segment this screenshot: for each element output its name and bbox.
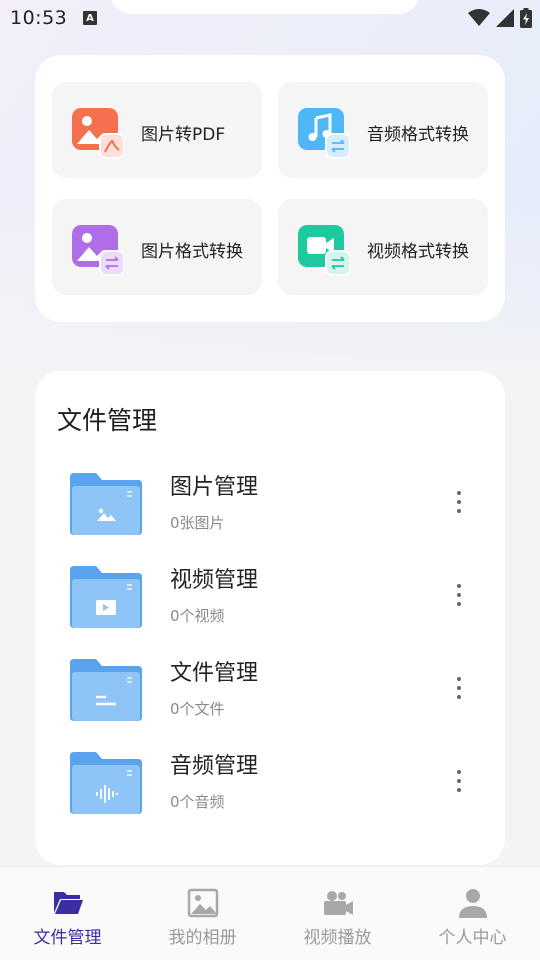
audio-folder-icon: [70, 752, 142, 814]
person-icon: [458, 889, 487, 918]
photo-icon: [187, 888, 218, 918]
image-folder-icon: [70, 473, 142, 535]
cell-signal-icon: [496, 9, 514, 27]
tool-image-to-pdf[interactable]: 图片转PDF: [52, 82, 262, 178]
nav-label: 视频播放: [303, 928, 372, 948]
tools-card: 图片转PDF 音频格式转换 图片格式转换 视频格式转换: [35, 55, 505, 322]
video-folder-icon: [70, 566, 142, 628]
folder-icon: [53, 892, 83, 914]
more-options-icon[interactable]: [447, 487, 471, 517]
status-icons: [468, 8, 532, 28]
row-name: 音频管理: [170, 754, 259, 779]
row-name: 图片管理: [170, 475, 259, 500]
battery-icon: [520, 8, 532, 28]
file-row-audio[interactable]: 音频管理 0个音频: [35, 748, 505, 841]
section-title: 文件管理: [57, 406, 158, 435]
nav-my-album[interactable]: 我的相册: [135, 867, 270, 960]
more-options-icon[interactable]: [447, 766, 471, 796]
file-row-images[interactable]: 图片管理 0张图片: [35, 469, 505, 562]
nav-personal-center[interactable]: 个人中心: [405, 867, 540, 960]
tool-label: 音频格式转换: [367, 125, 469, 145]
file-management-card: 文件管理 图片管理 0张图片 视频管理 0个视频 文件管理 0个文件 音频管理 …: [35, 371, 505, 865]
tool-label: 图片格式转换: [141, 242, 243, 262]
audio-convert-icon: [298, 108, 350, 159]
file-row-videos[interactable]: 视频管理 0个视频: [35, 562, 505, 655]
video-convert-icon: [298, 225, 350, 276]
nav-label: 个人中心: [438, 928, 507, 948]
file-row-documents[interactable]: 文件管理 0个文件: [35, 655, 505, 748]
tool-label: 图片转PDF: [141, 125, 226, 145]
more-options-icon[interactable]: [447, 580, 471, 610]
row-subtitle: 0个音频: [170, 793, 225, 811]
tool-label: 视频格式转换: [367, 242, 469, 262]
status-bar: 10:53 A: [0, 0, 540, 36]
more-options-icon[interactable]: [447, 673, 471, 703]
wifi-icon: [468, 9, 490, 26]
notification-a-icon: A: [83, 11, 97, 25]
nav-file-management[interactable]: 文件管理: [0, 867, 135, 960]
row-subtitle: 0个视频: [170, 607, 225, 625]
status-time: 10:53: [10, 7, 68, 29]
row-subtitle: 0张图片: [170, 514, 225, 532]
tool-image-convert[interactable]: 图片格式转换: [52, 199, 262, 295]
tool-audio-convert[interactable]: 音频格式转换: [278, 82, 488, 178]
image-to-pdf-icon: [72, 108, 124, 159]
video-camera-icon: [323, 891, 353, 915]
row-name: 视频管理: [170, 568, 259, 593]
image-convert-icon: [72, 225, 124, 276]
nav-label: 文件管理: [33, 928, 102, 948]
document-folder-icon: [70, 659, 142, 721]
tool-video-convert[interactable]: 视频格式转换: [278, 199, 488, 295]
nav-label: 我的相册: [168, 928, 237, 948]
row-name: 文件管理: [170, 661, 259, 686]
row-subtitle: 0个文件: [170, 700, 225, 718]
nav-video-player[interactable]: 视频播放: [270, 867, 405, 960]
bottom-navigation: 文件管理 我的相册 视频播放 个人中心: [0, 866, 540, 960]
